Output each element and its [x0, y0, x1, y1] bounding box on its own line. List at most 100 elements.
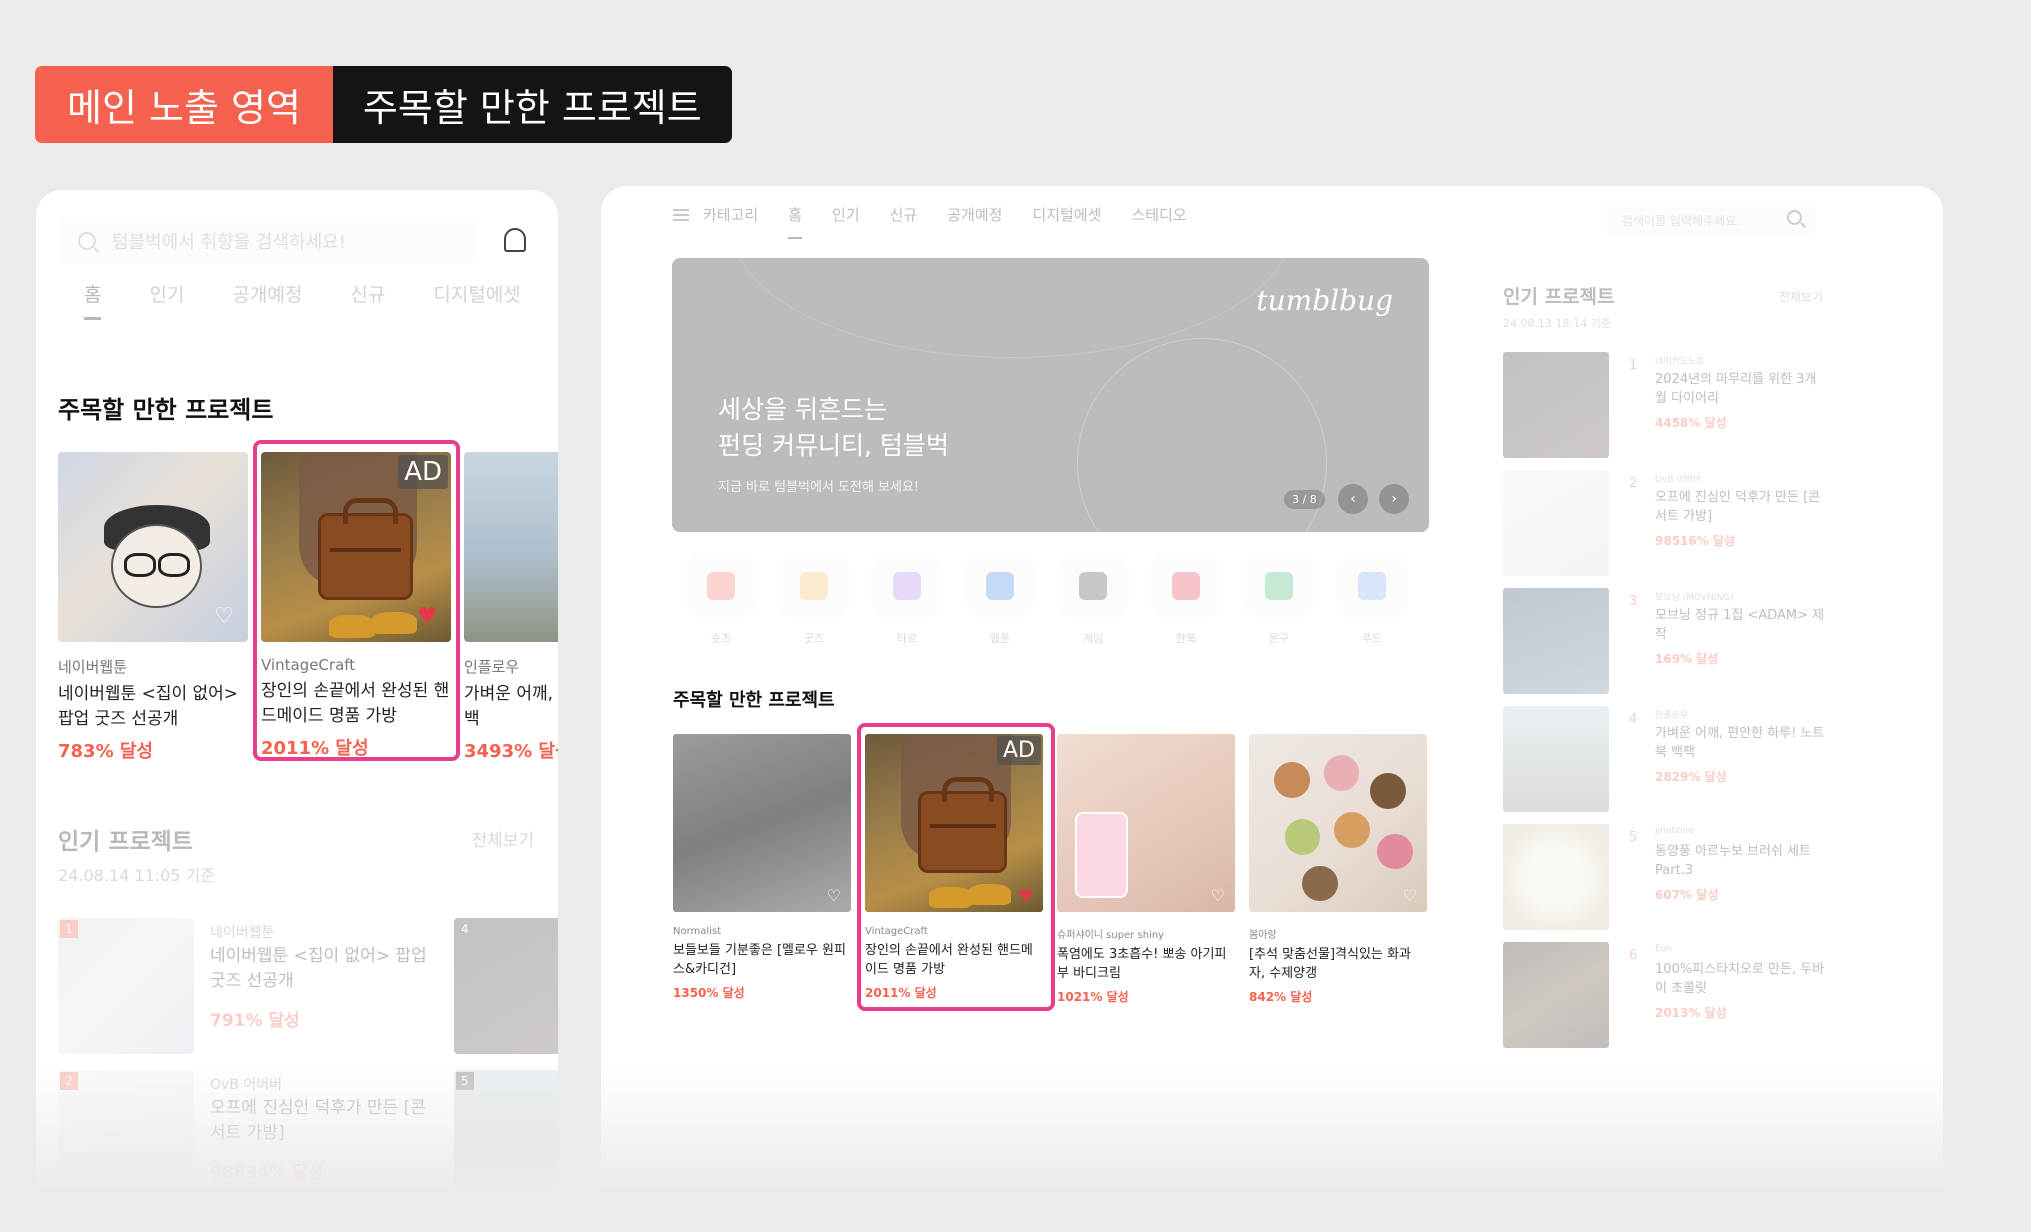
search-placeholder: 텀블벅에서 취향을 검색하세요! [112, 232, 346, 253]
project-thumbnail [1503, 942, 1609, 1048]
popular-item[interactable]: 5 jinobono 동양풍 아르누보 브러쉬 세트 Part.3 607% 달… [1503, 824, 1823, 932]
creator-name: 봄아랑 [1249, 930, 1277, 941]
tab-popular[interactable]: 인기 [149, 280, 184, 320]
category-label: 한복 [1175, 632, 1197, 645]
tag-notable-projects: 주목할 만한 프로젝트 [332, 66, 732, 143]
heart-icon[interactable]: ♡ [1403, 888, 1417, 904]
funding-percent: 791% 달성 [210, 1011, 300, 1031]
category-label: 굿즈 [803, 632, 825, 645]
funding-percent: 2829% 달성 [1655, 770, 1727, 784]
rank-number: 6 [1629, 948, 1638, 963]
project-title: 동양풍 아르누보 브러쉬 세트 Part.3 [1655, 844, 1811, 878]
rank-number: 4 [1629, 712, 1638, 727]
category-game[interactable]: 게임 [1057, 554, 1129, 646]
search-input[interactable]: 검색어를 입력해주세요. [1606, 202, 1816, 236]
project-card[interactable]: 인플로우 가벼운 어깨, 루! 노트북 백 3493% 달성 [464, 452, 558, 763]
search-placeholder: 검색어를 입력해주세요. [1622, 214, 1741, 228]
project-thumbnail [1503, 588, 1609, 694]
category-food[interactable]: 푸드 [1336, 554, 1408, 646]
project-title: 가벼운 어깨, 편안한 하루! 노트북 백팩 [1655, 726, 1825, 760]
nav-studio[interactable]: 스테디오 [1131, 204, 1186, 225]
category-stationery[interactable]: 문구 [1243, 554, 1315, 646]
banner-page-indicator: 3 / 8 [1284, 490, 1325, 509]
next-arrow-icon[interactable]: › [1379, 484, 1409, 514]
popular-timestamp: 24.08.13 18:14 기준 [1503, 317, 1611, 330]
creator-name: OvB 어버버 [210, 1077, 282, 1093]
heart-icon[interactable]: ♡ [827, 888, 841, 904]
funding-percent: 3493% 달성 [464, 741, 558, 762]
section-title: 주목할 만한 프로젝트 [673, 690, 835, 711]
tab-upcoming[interactable]: 공개예정 [232, 280, 302, 320]
creator-name: 슈퍼샤이니 super shiny [1057, 930, 1165, 941]
creator-name: jinobono [1655, 826, 1694, 836]
notebook-icon [1265, 572, 1293, 600]
nav-popular[interactable]: 인기 [832, 204, 860, 225]
nav-new[interactable]: 신규 [890, 204, 918, 225]
banner-line-1: 세상을 뒤흔드는 [718, 395, 887, 424]
hero-banner[interactable]: tumblbug 세상을 뒤흔드는 펀딩 커뮤니티, 텀블벅 지금 바로 텀블벅… [672, 258, 1429, 532]
funding-percent: 98516% 달성 [1655, 534, 1736, 548]
banner-line-2: 펀딩 커뮤니티, 텀블벅 [718, 431, 949, 460]
project-title: 폭염에도 3초흡수! 뽀송 아기피부 바디크림 [1057, 947, 1227, 981]
project-title: 보들보들 기분좋은 [멜로우 원피스&카디건] [673, 943, 846, 977]
creator-name: 네이키드노트 [1655, 357, 1705, 367]
nav-category[interactable]: 카테고리 [703, 204, 758, 225]
project-thumbnail [1503, 706, 1609, 812]
funding-percent: 4458% 달성 [1655, 416, 1727, 430]
category-tarot[interactable]: 타로 [871, 554, 943, 646]
funding-percent: 1350% 달성 [673, 986, 745, 1000]
project-card[interactable]: ♡ Normalist 보들보들 기분좋은 [멜로우 원피스&카디건] 1350… [673, 734, 851, 1001]
project-card[interactable]: ♡ 슈퍼샤이니 super shiny 폭염에도 3초흡수! 뽀송 아기피부 바… [1057, 734, 1235, 1005]
popular-item[interactable]: 3 모브닝 (MOVNING) 모브닝 정규 1집 <ADAM> 제작 169%… [1503, 588, 1824, 696]
category-webtoon[interactable]: 웹툰 [964, 554, 1036, 646]
project-thumbnail: ♡ [673, 734, 851, 912]
creator-name: Eun [1655, 944, 1673, 954]
category-goods[interactable]: 굿즈 [778, 554, 850, 646]
search-icon [78, 232, 96, 250]
category-label: 숏츠 [710, 632, 732, 645]
view-all-link[interactable]: 전체보기 [471, 826, 534, 851]
nav-upcoming[interactable]: 공개예정 [947, 204, 1002, 225]
project-card[interactable]: ♡ 네이버웹툰 네이버웹툰 <집이 없어> 팝업 굿즈 선공개 783% 달성 [58, 452, 248, 763]
project-title: 네이버웹툰 <집이 없어> 팝업 굿즈 선공개 [210, 946, 427, 991]
popular-item[interactable]: 1 네이키드노트 2024년의 마무리를 위한 3개월 다이어리 4458% 달… [1503, 352, 1823, 460]
popular-item[interactable]: 4 인플로우 가벼운 어깨, 편안한 하루! 노트북 백팩 2829% 달성 [1503, 706, 1825, 814]
project-thumbnail [1503, 470, 1609, 576]
popular-item[interactable]: 6 Eun 100%피스타치오로 만든, 두바이 초콜릿 2013% 달성 [1503, 942, 1825, 1050]
popular-title: 인기 프로젝트 [1503, 286, 1615, 308]
project-thumbnail [1503, 824, 1609, 930]
nav-home[interactable]: 홈 [788, 204, 803, 239]
rank-badge: 5 [456, 1072, 474, 1090]
prev-arrow-icon[interactable]: ‹ [1338, 484, 1368, 514]
project-card[interactable]: ♡ 봄아랑 [추석 맞춤선물]격식있는 화과자, 수제양갱 842% 달성 [1249, 734, 1427, 1005]
view-all-link[interactable]: 전체보기 [1779, 288, 1823, 305]
project-thumbnail [58, 918, 194, 1054]
tab-home[interactable]: 홈 [84, 280, 102, 320]
funding-percent: 842% 달성 [1249, 990, 1313, 1004]
nav-digital-asset[interactable]: 디지털에셋 [1032, 204, 1101, 225]
menu-icon[interactable] [673, 208, 689, 221]
project-title: 가벼운 어깨, 루! 노트북 백 [464, 684, 558, 729]
project-thumbnail [454, 918, 558, 1054]
creator-name: 인플로우 [464, 658, 520, 676]
rank-badge: 4 [456, 920, 474, 938]
category-shorts[interactable]: 숏츠 [685, 554, 757, 646]
search-icon[interactable] [1787, 210, 1802, 225]
heart-icon[interactable]: ♡ [1211, 888, 1225, 904]
project-thumbnail [1503, 352, 1609, 458]
project-title: [추석 맞춤선물]격식있는 화과자, 수제양갱 [1249, 947, 1411, 981]
search-input[interactable]: 텀블벅에서 취향을 검색하세요! [60, 218, 476, 264]
tumblbug-logo: tumblbug [1256, 284, 1393, 317]
funding-percent: 98834% 달성 [210, 1163, 324, 1183]
project-title: 100%피스타치오로 만든, 두바이 초콜릿 [1655, 962, 1825, 996]
bear-icon [800, 572, 828, 600]
popular-item[interactable]: 2 OvB 어버버 오프에 진심인 덕후가 만든 [콘서트 가방] 98516%… [1503, 470, 1823, 578]
creator-name: 네이버웹툰 [58, 658, 128, 676]
tab-new[interactable]: 신규 [350, 280, 385, 320]
project-thumbnail: ♡ [1249, 734, 1427, 912]
tab-digital-asset[interactable]: 디지털에셋 [433, 280, 520, 320]
heart-icon[interactable]: ♡ [214, 606, 234, 628]
category-hanbok[interactable]: 한복 [1150, 554, 1222, 646]
funding-percent: 783% 달성 [58, 741, 153, 762]
bell-icon[interactable] [504, 228, 526, 252]
